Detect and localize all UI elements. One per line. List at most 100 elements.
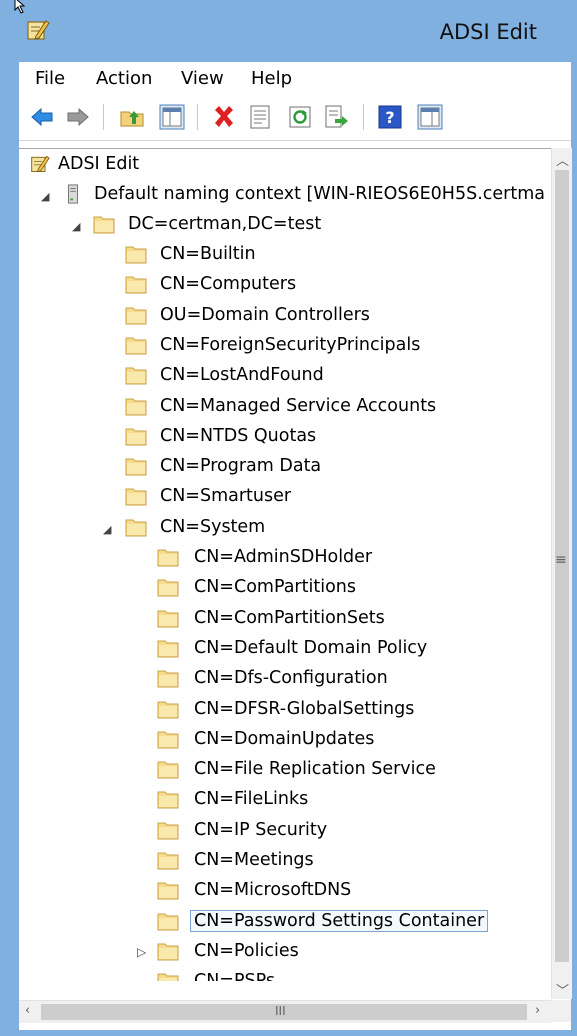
tree-node-cn-system[interactable]: ◢ CN=System bbox=[103, 515, 545, 543]
tree-node-cn-dfs-configuration[interactable]: CN=Dfs-Configuration bbox=[157, 666, 547, 694]
tree-node-label: CN=ComPartitions bbox=[194, 577, 356, 598]
folder-icon bbox=[125, 337, 147, 355]
tree-node-cn-ip-security[interactable]: CN=IP Security bbox=[157, 818, 547, 846]
expanded-arrow-icon[interactable]: ◢ bbox=[103, 523, 111, 536]
folder-icon bbox=[157, 973, 179, 981]
menu-view[interactable]: View bbox=[181, 68, 224, 89]
client-area: File Action View Help ? ADSI Edit ◢ Defa… bbox=[19, 62, 572, 1030]
back-icon[interactable] bbox=[29, 104, 55, 130]
tree-node-cn-password-settings-container[interactable]: CN=Password Settings Container bbox=[157, 909, 547, 937]
tree-node-label: CN=System bbox=[160, 516, 266, 537]
tree-node-label: CN=Program Data bbox=[160, 456, 322, 477]
title-bar[interactable]: ADSI Edit bbox=[0, 0, 577, 62]
folder-icon bbox=[157, 943, 179, 961]
folder-icon bbox=[93, 216, 115, 234]
adsi-edit-window: ADSI Edit File Action View Help ? ADSI E… bbox=[0, 0, 577, 1036]
tree-view: ADSI Edit ◢ Default naming context [WIN-… bbox=[19, 148, 551, 981]
tree-node-label: CN=Managed Service Accounts bbox=[160, 395, 437, 416]
tree-node-cn-compartitions[interactable]: CN=ComPartitions bbox=[157, 575, 547, 603]
up-folder-icon[interactable] bbox=[119, 104, 145, 130]
adsi-edit-app-icon[interactable] bbox=[26, 18, 50, 42]
refresh-icon[interactable] bbox=[287, 104, 313, 130]
folder-icon bbox=[157, 913, 179, 931]
horizontal-scrollbar[interactable]: ‹ III › bbox=[19, 1000, 551, 1023]
tree-node-label: Default naming context [WIN-RIEOS6E0H5S.… bbox=[94, 184, 545, 204]
delete-icon[interactable] bbox=[211, 104, 237, 130]
folder-icon bbox=[157, 701, 179, 718]
folder-icon bbox=[125, 458, 147, 476]
tree-node-label: OU=Domain Controllers bbox=[160, 304, 370, 325]
folder-icon bbox=[125, 367, 147, 385]
tree-node-label: CN=DomainUpdates bbox=[194, 728, 375, 749]
help-icon[interactable]: ? bbox=[377, 104, 403, 130]
tree-node-label: CN=AdminSDHolder bbox=[194, 547, 373, 567]
tree-node-cn-psps[interactable]: CN=PSPs bbox=[157, 969, 547, 981]
menu-file[interactable]: File bbox=[35, 68, 65, 89]
toolbar: ? bbox=[19, 94, 571, 141]
tree-node-label: CN=Dfs-Configuration bbox=[194, 668, 388, 689]
menu-action[interactable]: Action bbox=[96, 68, 152, 89]
scroll-up-arrow-icon[interactable]: ︿ bbox=[556, 150, 569, 169]
forward-icon[interactable] bbox=[65, 104, 91, 130]
tree-node-default-naming-context[interactable]: ◢ Default naming context [WIN-RIEOS6E0H5… bbox=[41, 182, 551, 210]
tree-node-label: CN=MicrosoftDNS bbox=[194, 880, 352, 901]
scroll-grip-icon: ≡ bbox=[555, 552, 567, 568]
folder-icon bbox=[157, 549, 179, 567]
tree-node-label: CN=NTDS Quotas bbox=[160, 425, 317, 446]
tree-node-cn-lostandfound[interactable]: CN=LostAndFound bbox=[125, 363, 545, 391]
toolbar-separator bbox=[363, 104, 364, 130]
folder-icon bbox=[157, 640, 179, 658]
tree-node-label: CN=IP Security bbox=[194, 819, 328, 840]
tree-node-label: CN=Policies bbox=[194, 940, 299, 961]
scroll-down-arrow-icon[interactable]: ﹀ bbox=[556, 980, 569, 999]
menu-help[interactable]: Help bbox=[251, 68, 292, 89]
tree-node-cn-program-data[interactable]: CN=Program Data bbox=[125, 454, 545, 482]
folder-icon bbox=[157, 791, 179, 809]
show-hide-tree-icon[interactable] bbox=[159, 104, 185, 130]
collapsed-arrow-icon[interactable]: ▷ bbox=[137, 945, 146, 959]
folder-icon bbox=[157, 670, 179, 688]
properties-icon[interactable] bbox=[247, 104, 273, 130]
expanded-arrow-icon[interactable]: ◢ bbox=[41, 190, 49, 203]
tree-node-cn-builtin[interactable]: CN=Builtin bbox=[125, 242, 545, 270]
tree-node-cn-computers[interactable]: CN=Computers bbox=[125, 272, 545, 300]
folder-icon bbox=[157, 731, 179, 749]
folder-icon bbox=[125, 488, 147, 506]
folder-icon bbox=[157, 761, 179, 779]
scrollbar-corner bbox=[551, 1000, 571, 1022]
tree-node-cn-default-domain-policy[interactable]: CN=Default Domain Policy bbox=[157, 636, 547, 664]
tree-node-cn-domainupdates[interactable]: CN=DomainUpdates bbox=[157, 727, 547, 755]
tree-node-cn-adminsdholder[interactable]: CN=AdminSDHolder bbox=[157, 545, 547, 573]
tree-node-cn-smartuser[interactable]: CN=Smartuser bbox=[125, 484, 545, 512]
action-pane-icon[interactable] bbox=[417, 104, 443, 130]
tree-node-cn-filelinks[interactable]: CN=FileLinks bbox=[157, 787, 547, 815]
tree-node-label: CN=Password Settings Container bbox=[190, 909, 489, 932]
tree-node-label: CN=Default Domain Policy bbox=[194, 637, 428, 658]
tree-node-cn-compartitionsets[interactable]: CN=ComPartitionSets bbox=[157, 606, 547, 634]
tree-node-cn-foreignsecurityprincipals[interactable]: CN=ForeignSecurityPrincipals bbox=[125, 333, 545, 361]
tree-node-cn-meetings[interactable]: CN=Meetings bbox=[157, 848, 547, 876]
scroll-left-arrow-icon[interactable]: ‹ bbox=[25, 1003, 30, 1018]
tree-node-label: CN=File Replication Service bbox=[194, 759, 436, 780]
tree-node-label: CN=Smartuser bbox=[160, 486, 292, 507]
tree-node-label: CN=Computers bbox=[160, 274, 297, 295]
vertical-scrollbar[interactable]: ︿ ≡ ﹀ bbox=[551, 148, 572, 999]
tree-node-ou-domain-controllers[interactable]: OU=Domain Controllers bbox=[125, 303, 545, 331]
folder-icon bbox=[157, 579, 179, 597]
toolbar-separator bbox=[197, 104, 198, 130]
tree-node-cn-dfsr-globalsettings[interactable]: CN=DFSR-GlobalSettings bbox=[157, 697, 547, 725]
tree-node-cn-policies[interactable]: ▷ CN=Policies bbox=[137, 939, 547, 967]
tree-node-label: CN=Meetings bbox=[194, 850, 314, 870]
export-list-icon[interactable] bbox=[323, 104, 349, 130]
tree-node-cn-file-replication-service[interactable]: CN=File Replication Service bbox=[157, 757, 547, 785]
menu-bar: File Action View Help bbox=[19, 62, 571, 94]
expanded-arrow-icon[interactable]: ◢ bbox=[72, 220, 80, 233]
tree-node-domain[interactable]: ◢ DC=certman,DC=test bbox=[72, 212, 551, 240]
tree-node-cn-ntds-quotas[interactable]: CN=NTDS Quotas bbox=[125, 424, 545, 452]
tree-node-cn-managed-service-accounts[interactable]: CN=Managed Service Accounts bbox=[125, 394, 545, 422]
folder-icon bbox=[157, 882, 179, 900]
scroll-right-arrow-icon[interactable]: › bbox=[535, 1003, 540, 1018]
tree-node-root[interactable]: ADSI Edit bbox=[29, 152, 529, 180]
toolbar-separator bbox=[103, 104, 104, 130]
tree-node-cn-microsoftdns[interactable]: CN=MicrosoftDNS bbox=[157, 878, 547, 906]
